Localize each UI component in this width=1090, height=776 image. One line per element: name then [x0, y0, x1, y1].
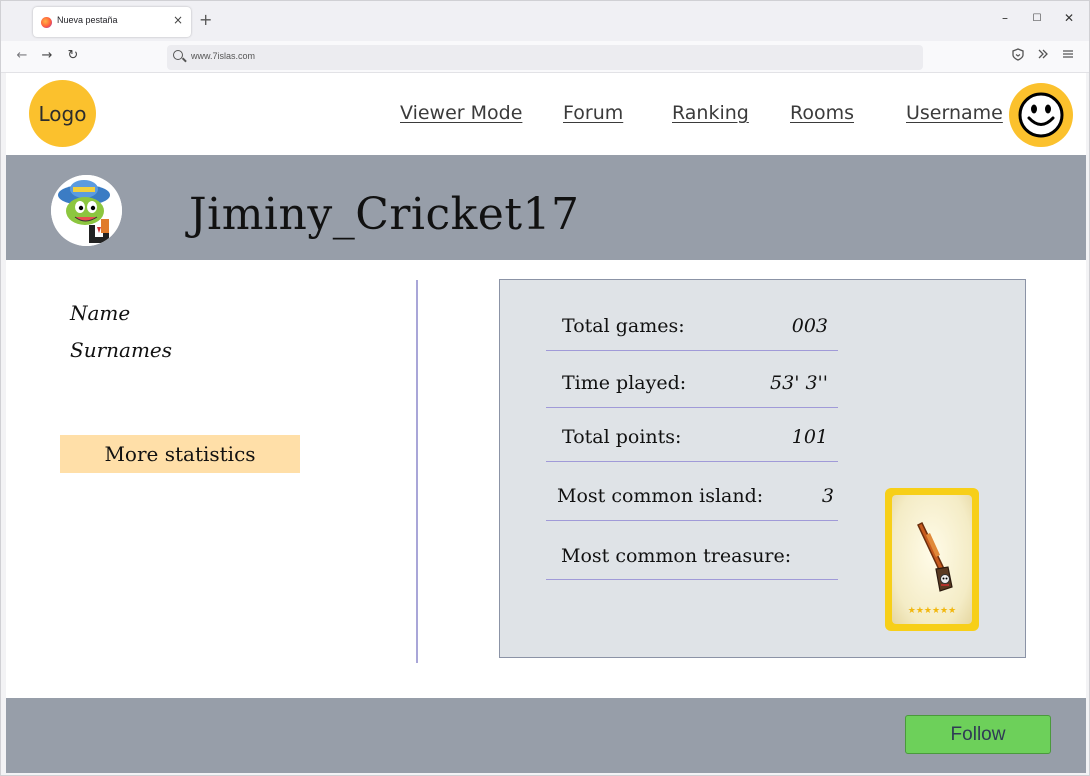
- url-text: www.7islas.com: [191, 51, 256, 61]
- total-points-value: 101: [791, 426, 828, 448]
- user-avatar[interactable]: [1009, 83, 1073, 147]
- nav-link-username[interactable]: Username: [906, 102, 1003, 124]
- pistol-icon: ★★★★★★: [908, 521, 956, 616]
- site-logo[interactable]: Logo: [29, 80, 96, 147]
- nav-link-ranking[interactable]: Ranking: [672, 102, 749, 124]
- browser-toolbar: ← → ↻ www.7islas.com: [1, 41, 1089, 73]
- follow-button[interactable]: Follow: [905, 715, 1051, 754]
- nav-link-forum[interactable]: Forum: [563, 102, 623, 124]
- profile-username: Jiminy_Cricket17: [189, 189, 580, 240]
- close-window-icon[interactable]: ✕: [1059, 11, 1079, 25]
- chevrons-icon[interactable]: [1034, 48, 1052, 63]
- url-bar[interactable]: www.7islas.com: [167, 45, 923, 70]
- maximize-icon[interactable]: ☐: [1027, 13, 1047, 24]
- firefox-icon: [41, 17, 52, 28]
- treasure-card: ★★★★★★: [885, 488, 979, 631]
- svg-text:★★★★★★: ★★★★★★: [908, 606, 956, 616]
- profile-picture: [51, 175, 122, 246]
- total-games-value: 003: [791, 315, 828, 337]
- time-played-value: 53' 3'': [770, 372, 828, 394]
- column-divider: [416, 280, 418, 663]
- smiley-icon: [1018, 92, 1064, 138]
- search-icon: [173, 50, 183, 60]
- new-tab-button[interactable]: +: [199, 10, 212, 30]
- minimize-icon[interactable]: –: [995, 11, 1015, 25]
- stat-divider: [546, 350, 838, 351]
- close-tab-icon[interactable]: ×: [173, 13, 183, 27]
- menu-icon[interactable]: [1059, 48, 1077, 63]
- common-treasure-label: Most common treasure:: [561, 545, 792, 567]
- nav-link-rooms[interactable]: Rooms: [790, 102, 854, 124]
- common-island-label: Most common island:: [557, 485, 764, 507]
- total-points-label: Total points:: [562, 426, 682, 448]
- name-label: Name: [70, 301, 131, 325]
- reload-icon[interactable]: ↻: [64, 48, 82, 63]
- surnames-label: Surnames: [70, 338, 173, 362]
- profile-info: Name Surnames More statistics: [6, 260, 416, 690]
- stat-divider: [546, 407, 838, 408]
- page-content: Logo Viewer Mode Forum Ranking Rooms Use…: [6, 73, 1086, 773]
- forward-icon[interactable]: →: [38, 48, 56, 63]
- stat-divider: [546, 461, 838, 462]
- back-icon[interactable]: ←: [13, 48, 31, 63]
- tab-title: Nueva pestaña: [57, 15, 118, 25]
- stats-panel: Total games: 003 Time played: 53' 3'' To…: [499, 279, 1026, 658]
- cricket-avatar-icon: [51, 175, 122, 246]
- common-island-value: 3: [821, 485, 834, 507]
- treasure-image: ★★★★★★: [892, 495, 972, 624]
- profile-header: Jiminy_Cricket17: [6, 155, 1086, 260]
- shield-icon[interactable]: [1009, 48, 1027, 64]
- total-games-label: Total games:: [562, 315, 685, 337]
- stat-divider: [546, 579, 838, 580]
- time-played-label: Time played:: [562, 372, 687, 394]
- more-statistics-button[interactable]: More statistics: [60, 435, 300, 473]
- stat-divider: [546, 520, 838, 521]
- site-header: Logo Viewer Mode Forum Ranking Rooms Use…: [6, 73, 1086, 155]
- tab-strip: Nueva pestaña × + – ☐ ✕: [1, 1, 1089, 41]
- browser-window: Nueva pestaña × + – ☐ ✕ ← → ↻ www.7islas…: [0, 0, 1090, 776]
- browser-tab[interactable]: Nueva pestaña ×: [33, 7, 191, 37]
- nav-link-viewer-mode[interactable]: Viewer Mode: [400, 102, 522, 124]
- footer-bar: Follow: [6, 698, 1086, 773]
